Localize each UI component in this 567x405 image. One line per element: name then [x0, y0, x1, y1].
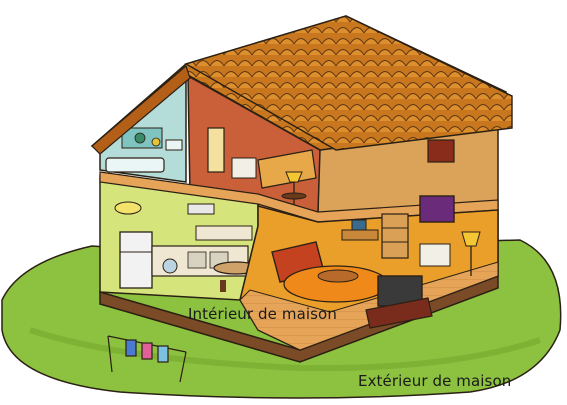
- wall-picture: [419, 195, 455, 223]
- exterior-caption: Extérieur de maison: [358, 372, 512, 390]
- radiator-attic: [231, 157, 257, 179]
- fridge: [119, 231, 153, 289]
- kitchen-cabinets: [195, 225, 253, 241]
- ceiling-vent: [187, 203, 215, 215]
- coffee-table: [317, 269, 359, 283]
- interior-caption: Intérieur de maison: [188, 305, 337, 323]
- desk: [341, 229, 379, 241]
- window-upper: [427, 139, 455, 163]
- ceiling-light-kitchen: [114, 201, 142, 215]
- sink: [165, 139, 183, 151]
- bookshelf: [381, 213, 409, 259]
- computer: [351, 219, 367, 231]
- washing-machine: [162, 258, 178, 274]
- radiator-living: [419, 243, 451, 267]
- attic-window: [207, 127, 225, 173]
- house-cutaway-illustration: [1, 15, 562, 399]
- bathtub: [105, 157, 165, 173]
